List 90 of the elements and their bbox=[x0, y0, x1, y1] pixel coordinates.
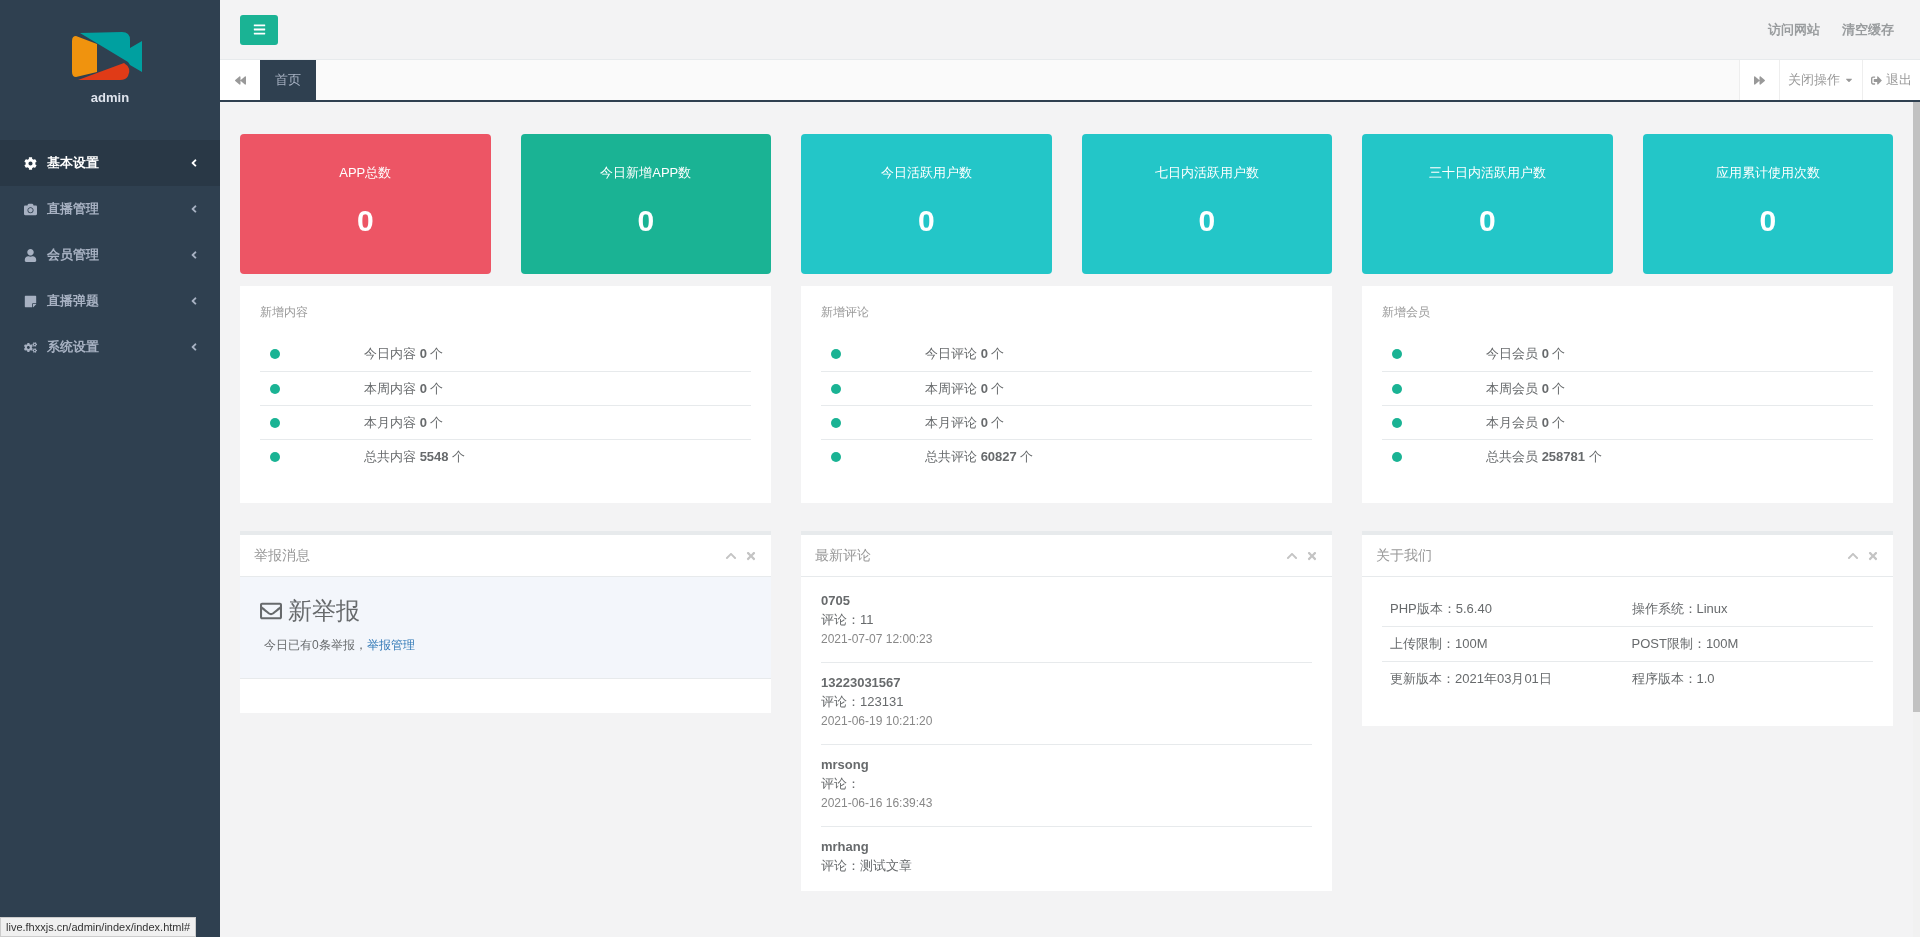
stat-value: 0 bbox=[917, 204, 935, 238]
status-dot bbox=[270, 349, 280, 359]
comment-text: 评论：测试文章 bbox=[821, 857, 913, 875]
stat-value: 0 bbox=[637, 204, 655, 238]
stat-title: 三十日内活跃用户数 bbox=[1428, 164, 1546, 182]
status-dot bbox=[1392, 349, 1402, 359]
top-link[interactable]: 清空缓存 bbox=[1842, 20, 1894, 39]
report-text: 今日已有0条举报，举报管理 bbox=[263, 637, 416, 654]
status-dot bbox=[270, 417, 280, 428]
user-icon bbox=[24, 248, 37, 262]
summary-text: 本月内容 0 个 bbox=[364, 413, 444, 432]
stat-value: 0 bbox=[356, 204, 374, 238]
panel-title: 新增评论 bbox=[821, 304, 870, 321]
panel-title: 举报消息 bbox=[254, 546, 311, 565]
scroll-left-button[interactable] bbox=[220, 60, 260, 100]
summary-text: 总共评论 60827 个 bbox=[925, 447, 1034, 466]
info-text: POST限制：100M bbox=[1631, 635, 1740, 653]
status-dot bbox=[831, 417, 841, 428]
menu-button[interactable] bbox=[240, 14, 278, 45]
status-dot bbox=[1392, 383, 1402, 394]
comment-user: mrsong bbox=[821, 757, 870, 772]
info-text: 程序版本：1.0 bbox=[1631, 670, 1716, 688]
comment-time: 2021-07-07 12:00:23 bbox=[821, 632, 934, 646]
backward-icon bbox=[234, 74, 246, 86]
stat-value: 0 bbox=[1198, 204, 1216, 238]
status-bar: live.fhxxjs.cn/admin/index/index.html# bbox=[0, 917, 197, 937]
logout-button[interactable]: 退出 bbox=[1862, 60, 1920, 100]
status-dot bbox=[831, 451, 841, 462]
status-dot bbox=[270, 383, 280, 394]
comment-text: 评论：11 bbox=[821, 611, 875, 629]
panel-title: 关于我们 bbox=[1376, 546, 1433, 565]
gear-icon bbox=[24, 156, 37, 170]
sidebar-item[interactable]: 会员管理 bbox=[0, 232, 220, 278]
status-dot bbox=[1392, 417, 1402, 428]
close-icon[interactable] bbox=[1306, 549, 1318, 562]
close-menu-button[interactable]: 关闭操作 bbox=[1779, 60, 1862, 100]
summary-text: 本周会员 0 个 bbox=[1486, 379, 1566, 398]
summary-text: 本周评论 0 个 bbox=[925, 379, 1005, 398]
summary-text: 今日会员 0 个 bbox=[1486, 345, 1566, 363]
camera-icon bbox=[24, 202, 37, 216]
status-dot bbox=[831, 383, 841, 394]
summary-text: 本周内容 0 个 bbox=[364, 379, 444, 398]
comment-text: 评论： bbox=[821, 775, 861, 793]
report-headline: 新举报 bbox=[288, 596, 360, 626]
envelope-icon bbox=[260, 600, 282, 622]
comment-user: 13223031567 bbox=[821, 675, 902, 690]
forward-icon bbox=[1754, 74, 1765, 86]
summary-text: 本月会员 0 个 bbox=[1486, 413, 1566, 432]
top-link[interactable]: 访问网站 bbox=[1768, 20, 1820, 39]
info-text: 上传限制：100M bbox=[1390, 635, 1489, 653]
sidebar-item[interactable]: 直播管理 bbox=[0, 186, 220, 232]
summary-text: 今日内容 0 个 bbox=[364, 345, 444, 363]
report-link[interactable]: 举报管理 bbox=[366, 638, 415, 652]
status-dot bbox=[270, 451, 280, 462]
comment-user: 0705 bbox=[821, 593, 851, 608]
page-tab[interactable]: 首页 bbox=[260, 60, 316, 100]
stat-value: 0 bbox=[1478, 204, 1496, 238]
sidebar-item[interactable]: 系统设置 bbox=[0, 324, 220, 370]
gears-icon bbox=[24, 340, 37, 354]
comment-user: mrhang bbox=[821, 839, 870, 854]
sidebar-item[interactable]: 直播弹题 bbox=[0, 278, 220, 324]
menu-icon bbox=[252, 23, 266, 36]
stat-title: 今日活跃用户数 bbox=[880, 164, 972, 182]
logout-icon bbox=[1871, 74, 1882, 86]
stat-title: 今日新增APP数 bbox=[600, 164, 692, 182]
summary-text: 本月评论 0 个 bbox=[925, 413, 1005, 432]
info-text: 操作系统：Linux bbox=[1631, 599, 1729, 618]
stat-title: 七日内活跃用户数 bbox=[1154, 164, 1259, 182]
panel-title: 新增内容 bbox=[260, 304, 309, 321]
panel-title: 新增会员 bbox=[1382, 304, 1431, 321]
note-icon bbox=[24, 294, 37, 308]
close-icon[interactable] bbox=[1867, 549, 1879, 562]
scroll-right-button[interactable] bbox=[1739, 60, 1779, 100]
comment-time: 2021-06-16 16:39:43 bbox=[821, 796, 934, 810]
stat-value: 0 bbox=[1759, 204, 1777, 238]
status-dot bbox=[1392, 451, 1402, 462]
sidebar-item[interactable]: 基本设置 bbox=[0, 140, 220, 186]
info-text: PHP版本：5.6.40 bbox=[1390, 599, 1493, 618]
close-icon[interactable] bbox=[745, 549, 757, 562]
comment-time: 2021-06-19 10:21:20 bbox=[821, 714, 934, 728]
summary-text: 今日评论 0 个 bbox=[925, 345, 1005, 363]
status-dot bbox=[831, 349, 841, 359]
panel-title: 最新评论 bbox=[815, 546, 872, 565]
summary-text: 总共内容 5548 个 bbox=[364, 447, 466, 466]
summary-text: 总共会员 258781 个 bbox=[1486, 447, 1602, 466]
stat-title: APP总数 bbox=[339, 164, 392, 182]
info-text: 更新版本：2021年03月01日 bbox=[1390, 670, 1553, 688]
comment-text: 评论：123131 bbox=[821, 693, 905, 711]
user-name: admin bbox=[90, 90, 130, 105]
stat-title: 应用累计使用次数 bbox=[1715, 164, 1820, 182]
